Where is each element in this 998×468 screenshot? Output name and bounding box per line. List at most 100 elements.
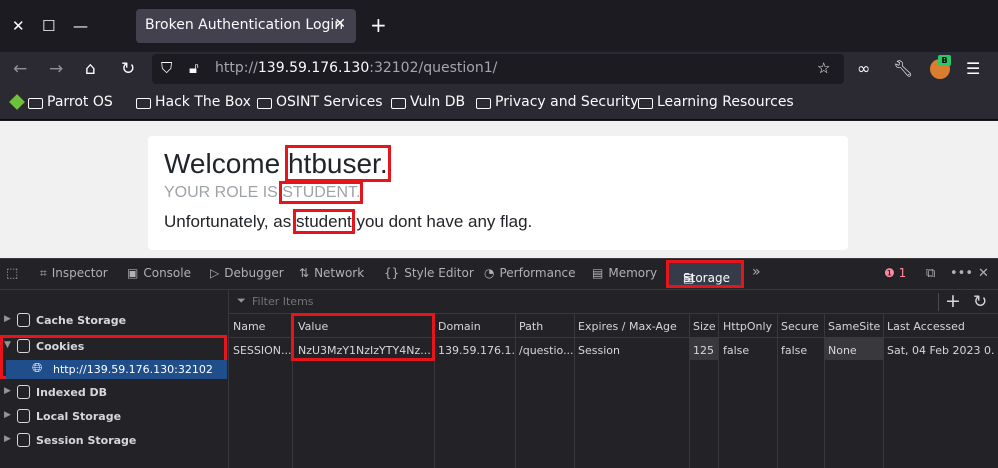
- close-window-icon[interactable]: ✕: [12, 17, 25, 35]
- maximize-window-icon[interactable]: ☐: [42, 17, 55, 35]
- tab-inspector[interactable]: ⌗ Inspector: [40, 266, 108, 281]
- tracking-shield-icon[interactable]: ⛉: [161, 59, 172, 77]
- reload-icon[interactable]: ↻: [121, 59, 135, 79]
- parrot-logo-icon: [9, 94, 25, 110]
- debugger-icon: ▷: [210, 266, 220, 280]
- folder-icon: [391, 97, 406, 109]
- filter-input[interactable]: [252, 295, 852, 308]
- cell-size[interactable]: 125: [693, 344, 717, 357]
- column-header-domain[interactable]: Domain: [438, 320, 481, 333]
- bookmark-parrot-os[interactable]: Parrot OS: [9, 94, 113, 110]
- close-devtools-icon[interactable]: ✕: [978, 266, 989, 281]
- cell-expires[interactable]: Session: [578, 344, 688, 357]
- database-icon: [17, 385, 30, 399]
- tab-network[interactable]: ⇅ Network: [299, 266, 364, 280]
- error-icon: ❶: [884, 266, 895, 280]
- column-header-expires[interactable]: Expires / Max-Age: [578, 320, 677, 333]
- column-header-last-accessed[interactable]: Last Accessed: [887, 320, 965, 333]
- tree-cache-storage[interactable]: ▶ Cache Storage: [0, 310, 228, 332]
- cell-name[interactable]: SESSION...: [233, 344, 291, 357]
- column-header-samesite[interactable]: SameSite: [828, 320, 880, 333]
- cell-httponly[interactable]: false: [723, 344, 776, 357]
- bookmark-learning-resources[interactable]: Learning Resources: [638, 94, 794, 110]
- expand-triangle-icon[interactable]: ▶: [4, 434, 11, 444]
- extension-badge: B: [938, 55, 951, 66]
- column-header-size[interactable]: Size: [693, 320, 716, 333]
- more-tabs-chevron-icon[interactable]: »: [752, 264, 761, 280]
- expand-triangle-icon[interactable]: ▶: [4, 314, 11, 324]
- dock-toggle-icon[interactable]: ⧉: [926, 266, 935, 281]
- wrench-icon[interactable]: 🔧︎: [893, 59, 913, 78]
- tree-cookies[interactable]: ▼ Cookies: [0, 336, 228, 358]
- home-icon[interactable]: ⌂: [85, 59, 96, 79]
- more-options-icon[interactable]: •••: [950, 266, 973, 281]
- globe-icon: 🌐︎: [32, 361, 43, 376]
- network-icon: ⇅: [299, 266, 310, 280]
- filter-icon: ⏷: [237, 294, 246, 307]
- back-arrow-icon[interactable]: ←: [13, 59, 27, 79]
- incognito-mask-icon[interactable]: ∞: [857, 59, 870, 78]
- tab-close-icon[interactable]: ✕: [334, 16, 346, 32]
- browser-tab[interactable]: Broken Authentication Login ✕: [136, 9, 356, 43]
- minimize-window-icon[interactable]: —: [73, 17, 88, 35]
- bookmark-privacy-and-security[interactable]: Privacy and Security: [476, 94, 638, 110]
- bookmark-hack-the-box[interactable]: Hack The Box: [136, 94, 251, 110]
- flag-role-highlight: student: [292, 209, 355, 234]
- tab-performance[interactable]: ◔ Performance: [484, 266, 576, 280]
- welcome-card: Welcome htbuser. YOUR ROLE IS STUDENT. U…: [148, 136, 848, 250]
- hamburger-menu-icon[interactable]: ☰: [966, 59, 980, 78]
- insecure-lock-icon[interactable]: 🔓︎: [189, 59, 199, 77]
- collapse-triangle-icon[interactable]: ▼: [4, 340, 11, 350]
- cell-path[interactable]: /questio...: [519, 344, 573, 357]
- error-count-badge[interactable]: ❶ 1: [884, 266, 906, 280]
- refresh-items-icon[interactable]: ↻: [973, 291, 987, 313]
- bookmarks-bar: Parrot OS Hack The Box OSINT Services Vu…: [0, 86, 998, 120]
- storage-sidebar: ▶ Cache Storage ▼ Cookies 🌐︎ http://139.…: [0, 290, 229, 468]
- tab-title: Broken Authentication Login: [145, 17, 344, 33]
- tree-local-storage[interactable]: ▶ Local Storage: [0, 406, 228, 428]
- tab-style-editor[interactable]: {} Style Editor: [384, 266, 474, 280]
- column-header-secure[interactable]: Secure: [781, 320, 819, 333]
- bookmark-osint-services[interactable]: OSINT Services: [257, 94, 383, 110]
- username-highlight: htbuser.: [284, 145, 391, 182]
- url-bar[interactable]: ⛉ 🔓︎ http://139.59.176.130:32102/questio…: [152, 54, 844, 84]
- cookies-highlight: ▼ Cookies 🌐︎ http://139.59.176.130:32102: [0, 335, 227, 379]
- cell-secure[interactable]: false: [781, 344, 823, 357]
- tree-cookie-host[interactable]: 🌐︎ http://139.59.176.130:32102: [6, 360, 227, 379]
- cookie-table-panel: ⏷ + ↻ Name Value Domain Path Expires / M…: [229, 290, 998, 468]
- add-item-icon[interactable]: +: [945, 290, 961, 312]
- database-icon: [17, 409, 30, 423]
- devtools-toolbar: ⬚ ⌗ Inspector ▣ Console ▷ Debugger ⇅ Network…: [0, 258, 998, 290]
- role-line: YOUR ROLE IS STUDENT.: [164, 181, 364, 204]
- tab-console[interactable]: ▣ Console: [127, 266, 191, 280]
- tree-session-storage[interactable]: ▶ Session Storage: [0, 430, 228, 452]
- cell-last-accessed[interactable]: Sat, 04 Feb 2023 0...: [887, 344, 995, 357]
- inspector-icon: ⌗: [40, 266, 47, 280]
- element-picker-icon[interactable]: ⬚: [6, 266, 18, 281]
- url-text[interactable]: http://139.59.176.130:32102/question1/: [215, 60, 497, 76]
- style-editor-icon: {}: [384, 266, 400, 280]
- memory-icon: ▤: [592, 266, 604, 280]
- bookmark-star-icon[interactable]: ☆: [817, 59, 830, 77]
- tab-debugger[interactable]: ▷ Debugger: [210, 266, 284, 280]
- cell-samesite[interactable]: None: [828, 344, 882, 357]
- bookmark-vuln-db[interactable]: Vuln DB: [391, 94, 465, 110]
- welcome-heading: Welcome htbuser.: [164, 145, 391, 182]
- column-header-path[interactable]: Path: [519, 320, 543, 333]
- database-icon: [17, 433, 30, 447]
- column-header-httponly[interactable]: HttpOnly: [723, 320, 772, 333]
- folder-icon: [257, 97, 272, 109]
- cell-domain[interactable]: 139.59.176.1...: [438, 344, 514, 357]
- expand-triangle-icon[interactable]: ▶: [4, 410, 11, 420]
- column-header-name[interactable]: Name: [233, 320, 265, 333]
- new-tab-icon[interactable]: +: [370, 13, 387, 37]
- tab-bar: ✕ ☐ — Broken Authentication Login ✕ +: [0, 0, 998, 52]
- tab-storage[interactable]: ▤ Storage: [666, 260, 744, 288]
- forward-arrow-icon[interactable]: →: [49, 59, 63, 79]
- role-highlight: STUDENT.: [279, 181, 364, 204]
- expand-triangle-icon[interactable]: ▶: [4, 386, 11, 396]
- tab-memory[interactable]: ▤ Memory: [592, 266, 657, 280]
- value-column-highlight: [291, 313, 435, 361]
- performance-icon: ◔: [484, 266, 495, 280]
- tree-indexed-db[interactable]: ▶ Indexed DB: [0, 382, 228, 404]
